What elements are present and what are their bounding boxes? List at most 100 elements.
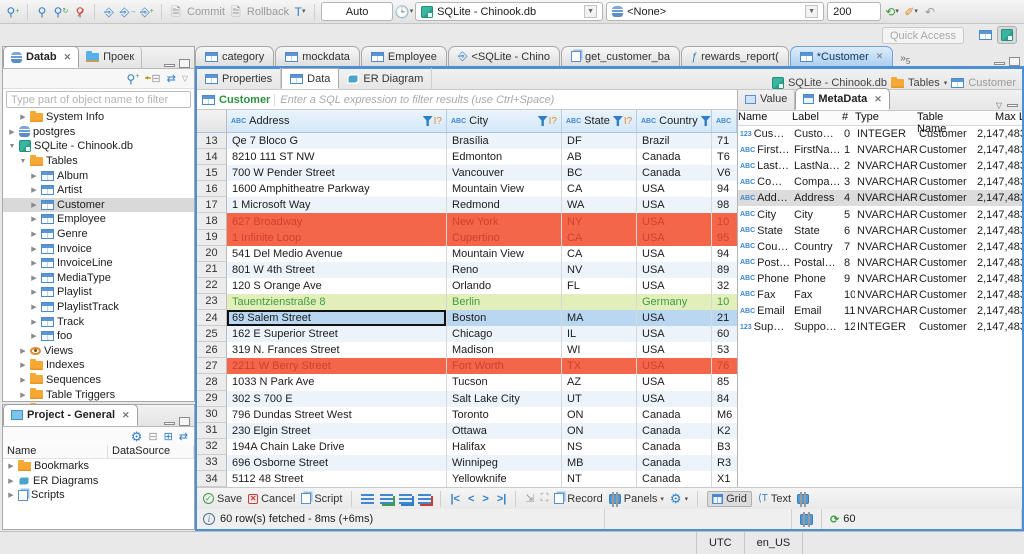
metadata-row[interactable]: ABC Email Email 11 NVARCHAR Customer 2,147,483 [738, 303, 1024, 319]
cell[interactable]: USA [637, 358, 712, 375]
table-row[interactable]: 27 2211 W Berry Street Fort Worth TX USA 76 [197, 358, 737, 375]
cell[interactable]: Edmonton [447, 149, 562, 166]
column-name[interactable]: Name [3, 445, 108, 458]
table-row[interactable]: 30 796 Dundas Street West Toronto ON Canada M… [197, 406, 737, 423]
cell[interactable]: USA [637, 342, 712, 359]
metadata-cell[interactable]: Suppo… [792, 321, 842, 333]
cell[interactable]: Winnipeg [447, 454, 562, 471]
cell[interactable]: 71 [712, 133, 737, 150]
cell[interactable]: Canada [637, 470, 712, 487]
cell[interactable]: Qe 7 Bloco G [227, 133, 447, 150]
metadata-row[interactable]: ABC Post… Postal… 8 NVARCHAR Customer 2,147,48… [738, 255, 1024, 271]
table-row[interactable]: 31 230 Elgin Street Ottawa ON Canada K2 [197, 422, 737, 439]
cell[interactable]: MA [562, 310, 637, 327]
cell[interactable]: NV [562, 261, 637, 278]
metadata-cell[interactable]: 11 [842, 305, 855, 317]
tree-item-sequences[interactable]: ▶ Sequences [3, 373, 194, 388]
row-number[interactable]: 24 [197, 310, 227, 327]
cell[interactable]: Berlin [447, 293, 562, 311]
metadata-cell[interactable]: NVARCHAR [855, 305, 917, 317]
rollback-button[interactable]: 🗎 Rollback [228, 4, 289, 20]
subtab-data[interactable]: Data [281, 68, 340, 89]
metadata-cell[interactable]: NVARCHAR [855, 225, 917, 237]
cell[interactable]: 696 Osborne Street [227, 454, 447, 471]
refresh-count-box[interactable]: ⟳ 60 [822, 509, 1022, 529]
tree-arrow-icon[interactable]: ▶ [7, 462, 15, 470]
cell[interactable]: Fort Worth [447, 358, 562, 375]
row-number[interactable]: 18 [197, 213, 227, 230]
cell[interactable]: V6 [712, 165, 737, 182]
metadata-row[interactable]: ABC State State 6 NVARCHAR Customer 2,147,483 [738, 223, 1024, 239]
cell[interactable]: 95 [712, 229, 737, 246]
metadata-name[interactable]: ABC First… [738, 144, 792, 156]
cell[interactable]: 801 W 4th Street [227, 261, 447, 278]
tree-arrow-icon[interactable]: ▶ [30, 332, 38, 340]
filter-funnel-icon[interactable] [612, 116, 623, 126]
tree-arrow-icon[interactable]: ▶ [30, 245, 38, 253]
tab-database-navigator[interactable]: Datab ✕ [3, 46, 80, 68]
metadata-cell[interactable]: INTEGER [855, 128, 917, 140]
metadata-cell[interactable]: 0 [842, 128, 855, 140]
metadata-cell[interactable]: Phone [792, 273, 842, 285]
metadata-cell[interactable]: INTEGER [855, 321, 917, 333]
table-row[interactable]: 13 Qe 7 Bloco G Brasília DF Brazil 71 [197, 133, 737, 150]
cell[interactable]: CA [562, 181, 637, 198]
table-row[interactable]: 22 120 S Orange Ave Orlando FL USA 32 [197, 277, 737, 294]
metadata-cell[interactable]: NVARCHAR [855, 144, 917, 156]
filter-funnel-icon[interactable] [537, 116, 548, 126]
cell[interactable]: WI [562, 342, 637, 359]
tree-item-invoiceline[interactable]: ▶ InvoiceLine [3, 256, 194, 271]
cell[interactable]: T6 [712, 149, 737, 165]
metadata-row[interactable]: 123 Cus… Custo… 0 INTEGER Customer 2,147,483 [738, 126, 1024, 142]
minimize-icon[interactable] [164, 422, 175, 425]
cell[interactable]: Boston [447, 310, 562, 327]
tree-arrow-icon[interactable]: ▼ [8, 143, 16, 150]
edit-row-icon[interactable] [361, 493, 375, 504]
row-number[interactable]: 23 [197, 293, 227, 311]
project-item-er-diagrams[interactable]: ▶ ER Diagrams [3, 474, 194, 489]
metadata-cell[interactable]: 12 [842, 321, 855, 333]
tree-arrow-icon[interactable]: ▶ [8, 128, 16, 136]
metadata-cell[interactable]: Address [792, 192, 842, 204]
tree-arrow-icon[interactable]: ▶ [30, 288, 38, 296]
tree-arrow-icon[interactable]: ▶ [7, 477, 15, 485]
cell[interactable]: 5112 48 Street [227, 470, 447, 487]
schema-combo-arrow[interactable]: ▼ [805, 5, 819, 18]
metadata-name[interactable]: ABC Add… [738, 192, 792, 204]
metadata-cell[interactable]: 2,147,483 [975, 321, 1024, 333]
tab-projects[interactable]: Проек [79, 46, 143, 68]
column-datasource[interactable]: DataSource [108, 445, 194, 458]
cell[interactable]: NS [562, 438, 637, 455]
metadata-cell[interactable]: Customer [917, 273, 975, 285]
commit-button[interactable]: 🗎 Commit [168, 4, 225, 20]
cell[interactable]: Halifax [447, 438, 562, 455]
gear-icon[interactable]: ⚙ [131, 430, 143, 443]
cell[interactable]: NY [562, 213, 637, 230]
row-number[interactable]: 34 [197, 470, 227, 487]
table-row[interactable]: 15 700 W Pender Street Vancouver BC Canada V6 [197, 165, 737, 182]
cell[interactable]: Reno [447, 261, 562, 278]
metadata-cell[interactable]: FirstNa… [792, 144, 842, 156]
cell[interactable]: Tucson [447, 374, 562, 391]
table-row[interactable]: 21 801 W 4th Street Reno NV USA 89 [197, 261, 737, 278]
tree-item-playlist[interactable]: ▶ Playlist [3, 285, 194, 300]
cell[interactable]: New York [447, 213, 562, 230]
metadata-cell[interactable]: Customer [917, 192, 975, 204]
metadata-column-label[interactable]: Label [792, 111, 842, 125]
cell[interactable]: Salt Lake City [447, 390, 562, 407]
panels-button[interactable]: Panels ▾ [608, 491, 664, 507]
row-number[interactable]: 15 [197, 165, 227, 182]
metadata-cell[interactable]: 4 [842, 192, 855, 204]
sql-filter-input[interactable]: Enter a SQL expression to filter results… [280, 94, 809, 106]
cell[interactable]: M6 [712, 407, 737, 423]
cell[interactable]: 1033 N Park Ave [227, 374, 447, 391]
tree-arrow-icon[interactable]: ▶ [30, 259, 38, 267]
subtab-properties[interactable]: Properties [197, 68, 282, 89]
row-number[interactable]: 22 [197, 277, 227, 294]
table-row[interactable]: 16 1600 Amphitheatre Parkway Mountain View… [197, 181, 737, 198]
cell[interactable]: Canada [637, 422, 712, 439]
cell[interactable]: USA [637, 310, 712, 327]
first-row-icon[interactable]: |< [450, 493, 460, 505]
tree-item-foo[interactable]: ▶ foo [3, 329, 194, 344]
table-row[interactable]: 28 1033 N Park Ave Tucson AZ USA 85 [197, 374, 737, 391]
